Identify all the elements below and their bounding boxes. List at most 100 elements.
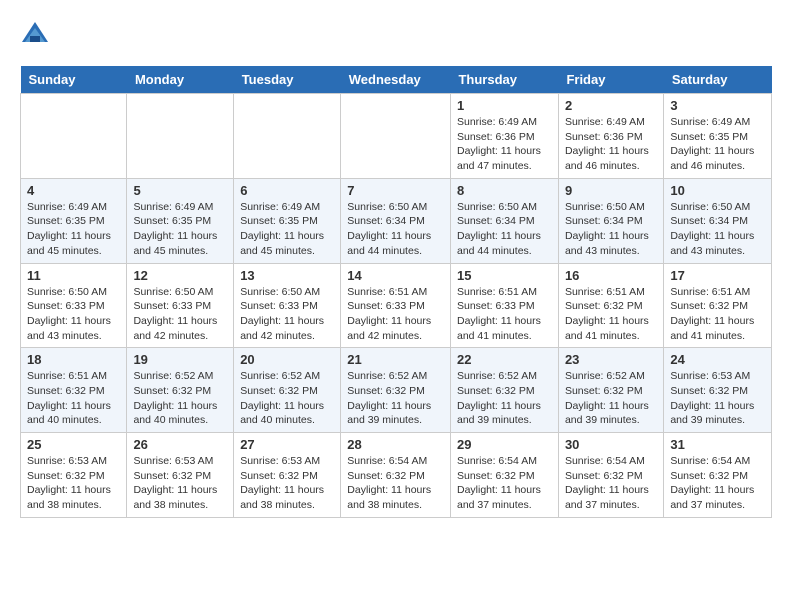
day-number: 13 <box>240 268 334 283</box>
day-number: 18 <box>27 352 120 367</box>
calendar-cell: 17 Sunrise: 6:51 AM Sunset: 6:32 PM Dayli… <box>664 263 772 348</box>
calendar-cell: 5 Sunrise: 6:49 AM Sunset: 6:35 PM Daylig… <box>127 178 234 263</box>
calendar-cell <box>341 94 451 179</box>
calendar-cell: 19 Sunrise: 6:52 AM Sunset: 6:32 PM Dayli… <box>127 348 234 433</box>
calendar-cell: 30 Sunrise: 6:54 AM Sunset: 6:32 PM Dayli… <box>558 433 663 518</box>
day-info: Sunrise: 6:52 AM Sunset: 6:32 PM Dayligh… <box>457 369 552 428</box>
page-header <box>20 20 772 50</box>
calendar-cell: 24Sunrise: 6:53 AM Sunset: 6:32 PM Dayli… <box>664 348 772 433</box>
day-info: Sunrise: 6:50 AM Sunset: 6:34 PM Dayligh… <box>565 200 657 259</box>
day-number: 5 <box>133 183 227 198</box>
calendar-cell: 3 Sunrise: 6:49 AM Sunset: 6:35 PM Daylig… <box>664 94 772 179</box>
day-number: 7 <box>347 183 444 198</box>
logo-icon <box>20 20 50 50</box>
calendar-cell: 1Sunrise: 6:49 AM Sunset: 6:36 PM Daylig… <box>450 94 558 179</box>
calendar-week-row: 1Sunrise: 6:49 AM Sunset: 6:36 PM Daylig… <box>21 94 772 179</box>
day-info: Sunrise: 6:49 AM Sunset: 6:36 PM Dayligh… <box>457 115 552 174</box>
day-info: Sunrise: 6:49 AM Sunset: 6:36 PM Dayligh… <box>565 115 657 174</box>
day-number: 31 <box>670 437 765 452</box>
day-info: Sunrise: 6:49 AM Sunset: 6:35 PM Dayligh… <box>133 200 227 259</box>
calendar-cell: 21 Sunrise: 6:52 AM Sunset: 6:32 PM Dayli… <box>341 348 451 433</box>
calendar-cell: 8 Sunrise: 6:50 AM Sunset: 6:34 PM Daylig… <box>450 178 558 263</box>
day-info: Sunrise: 6:49 AM Sunset: 6:35 PM Dayligh… <box>240 200 334 259</box>
day-of-week-header: Wednesday <box>341 66 451 94</box>
day-info: Sunrise: 6:52 AM Sunset: 6:32 PM Dayligh… <box>133 369 227 428</box>
day-info: Sunrise: 6:53 AM Sunset: 6:32 PM Dayligh… <box>240 454 334 513</box>
day-info: Sunrise: 6:50 AM Sunset: 6:33 PM Dayligh… <box>240 285 334 344</box>
calendar-cell: 28 Sunrise: 6:54 AM Sunset: 6:32 PM Dayli… <box>341 433 451 518</box>
day-number: 19 <box>133 352 227 367</box>
calendar-cell: 2 Sunrise: 6:49 AM Sunset: 6:36 PM Daylig… <box>558 94 663 179</box>
calendar-cell: 20 Sunrise: 6:52 AM Sunset: 6:32 PM Dayli… <box>234 348 341 433</box>
calendar-cell <box>234 94 341 179</box>
calendar-cell: 13 Sunrise: 6:50 AM Sunset: 6:33 PM Dayli… <box>234 263 341 348</box>
day-info: Sunrise: 6:49 AM Sunset: 6:35 PM Dayligh… <box>27 200 120 259</box>
day-of-week-header: Tuesday <box>234 66 341 94</box>
day-number: 27 <box>240 437 334 452</box>
calendar-cell: 14Sunrise: 6:51 AM Sunset: 6:33 PM Dayli… <box>341 263 451 348</box>
calendar-cell: 11 Sunrise: 6:50 AM Sunset: 6:33 PM Dayli… <box>21 263 127 348</box>
calendar-cell: 27 Sunrise: 6:53 AM Sunset: 6:32 PM Dayli… <box>234 433 341 518</box>
calendar-table: SundayMondayTuesdayWednesdayThursdayFrid… <box>20 66 772 518</box>
day-number: 28 <box>347 437 444 452</box>
day-of-week-header: Friday <box>558 66 663 94</box>
day-info: Sunrise: 6:49 AM Sunset: 6:35 PM Dayligh… <box>670 115 765 174</box>
calendar-cell: 25 Sunrise: 6:53 AM Sunset: 6:32 PM Dayli… <box>21 433 127 518</box>
day-info: Sunrise: 6:53 AM Sunset: 6:32 PM Dayligh… <box>27 454 120 513</box>
day-info: Sunrise: 6:52 AM Sunset: 6:32 PM Dayligh… <box>347 369 444 428</box>
day-info: Sunrise: 6:54 AM Sunset: 6:32 PM Dayligh… <box>565 454 657 513</box>
day-info: Sunrise: 6:54 AM Sunset: 6:32 PM Dayligh… <box>347 454 444 513</box>
day-number: 21 <box>347 352 444 367</box>
day-number: 2 <box>565 98 657 113</box>
day-number: 20 <box>240 352 334 367</box>
day-of-week-header: Monday <box>127 66 234 94</box>
calendar-cell: 26 Sunrise: 6:53 AM Sunset: 6:32 PM Dayli… <box>127 433 234 518</box>
day-info: Sunrise: 6:53 AM Sunset: 6:32 PM Dayligh… <box>133 454 227 513</box>
day-of-week-header: Thursday <box>450 66 558 94</box>
logo <box>20 20 54 50</box>
calendar-cell: 7Sunrise: 6:50 AM Sunset: 6:34 PM Daylig… <box>341 178 451 263</box>
calendar-cell: 22 Sunrise: 6:52 AM Sunset: 6:32 PM Dayli… <box>450 348 558 433</box>
day-number: 17 <box>670 268 765 283</box>
calendar-cell: 4 Sunrise: 6:49 AM Sunset: 6:35 PM Daylig… <box>21 178 127 263</box>
day-number: 8 <box>457 183 552 198</box>
calendar-cell: 12Sunrise: 6:50 AM Sunset: 6:33 PM Dayli… <box>127 263 234 348</box>
day-number: 11 <box>27 268 120 283</box>
day-number: 9 <box>565 183 657 198</box>
calendar-cell: 6Sunrise: 6:49 AM Sunset: 6:35 PM Daylig… <box>234 178 341 263</box>
calendar-week-row: 25 Sunrise: 6:53 AM Sunset: 6:32 PM Dayli… <box>21 433 772 518</box>
day-number: 30 <box>565 437 657 452</box>
calendar-cell: 15 Sunrise: 6:51 AM Sunset: 6:33 PM Dayli… <box>450 263 558 348</box>
day-of-week-header: Saturday <box>664 66 772 94</box>
calendar-week-row: 11 Sunrise: 6:50 AM Sunset: 6:33 PM Dayli… <box>21 263 772 348</box>
day-info: Sunrise: 6:50 AM Sunset: 6:33 PM Dayligh… <box>133 285 227 344</box>
day-info: Sunrise: 6:52 AM Sunset: 6:32 PM Dayligh… <box>565 369 657 428</box>
day-of-week-header: Sunday <box>21 66 127 94</box>
day-number: 15 <box>457 268 552 283</box>
day-number: 25 <box>27 437 120 452</box>
calendar-cell <box>21 94 127 179</box>
calendar-cell: 23 Sunrise: 6:52 AM Sunset: 6:32 PM Dayli… <box>558 348 663 433</box>
day-number: 24 <box>670 352 765 367</box>
day-number: 26 <box>133 437 227 452</box>
day-info: Sunrise: 6:50 AM Sunset: 6:33 PM Dayligh… <box>27 285 120 344</box>
calendar-week-row: 4 Sunrise: 6:49 AM Sunset: 6:35 PM Daylig… <box>21 178 772 263</box>
calendar-cell <box>127 94 234 179</box>
day-info: Sunrise: 6:51 AM Sunset: 6:32 PM Dayligh… <box>670 285 765 344</box>
day-info: Sunrise: 6:51 AM Sunset: 6:32 PM Dayligh… <box>27 369 120 428</box>
day-info: Sunrise: 6:50 AM Sunset: 6:34 PM Dayligh… <box>670 200 765 259</box>
calendar-header-row: SundayMondayTuesdayWednesdayThursdayFrid… <box>21 66 772 94</box>
day-number: 3 <box>670 98 765 113</box>
day-number: 22 <box>457 352 552 367</box>
calendar-cell: 16Sunrise: 6:51 AM Sunset: 6:32 PM Dayli… <box>558 263 663 348</box>
day-number: 10 <box>670 183 765 198</box>
day-number: 29 <box>457 437 552 452</box>
day-number: 16 <box>565 268 657 283</box>
calendar-cell: 31Sunrise: 6:54 AM Sunset: 6:32 PM Dayli… <box>664 433 772 518</box>
day-number: 4 <box>27 183 120 198</box>
day-info: Sunrise: 6:50 AM Sunset: 6:34 PM Dayligh… <box>457 200 552 259</box>
calendar-cell: 9 Sunrise: 6:50 AM Sunset: 6:34 PM Daylig… <box>558 178 663 263</box>
day-info: Sunrise: 6:52 AM Sunset: 6:32 PM Dayligh… <box>240 369 334 428</box>
day-number: 23 <box>565 352 657 367</box>
day-info: Sunrise: 6:51 AM Sunset: 6:33 PM Dayligh… <box>457 285 552 344</box>
